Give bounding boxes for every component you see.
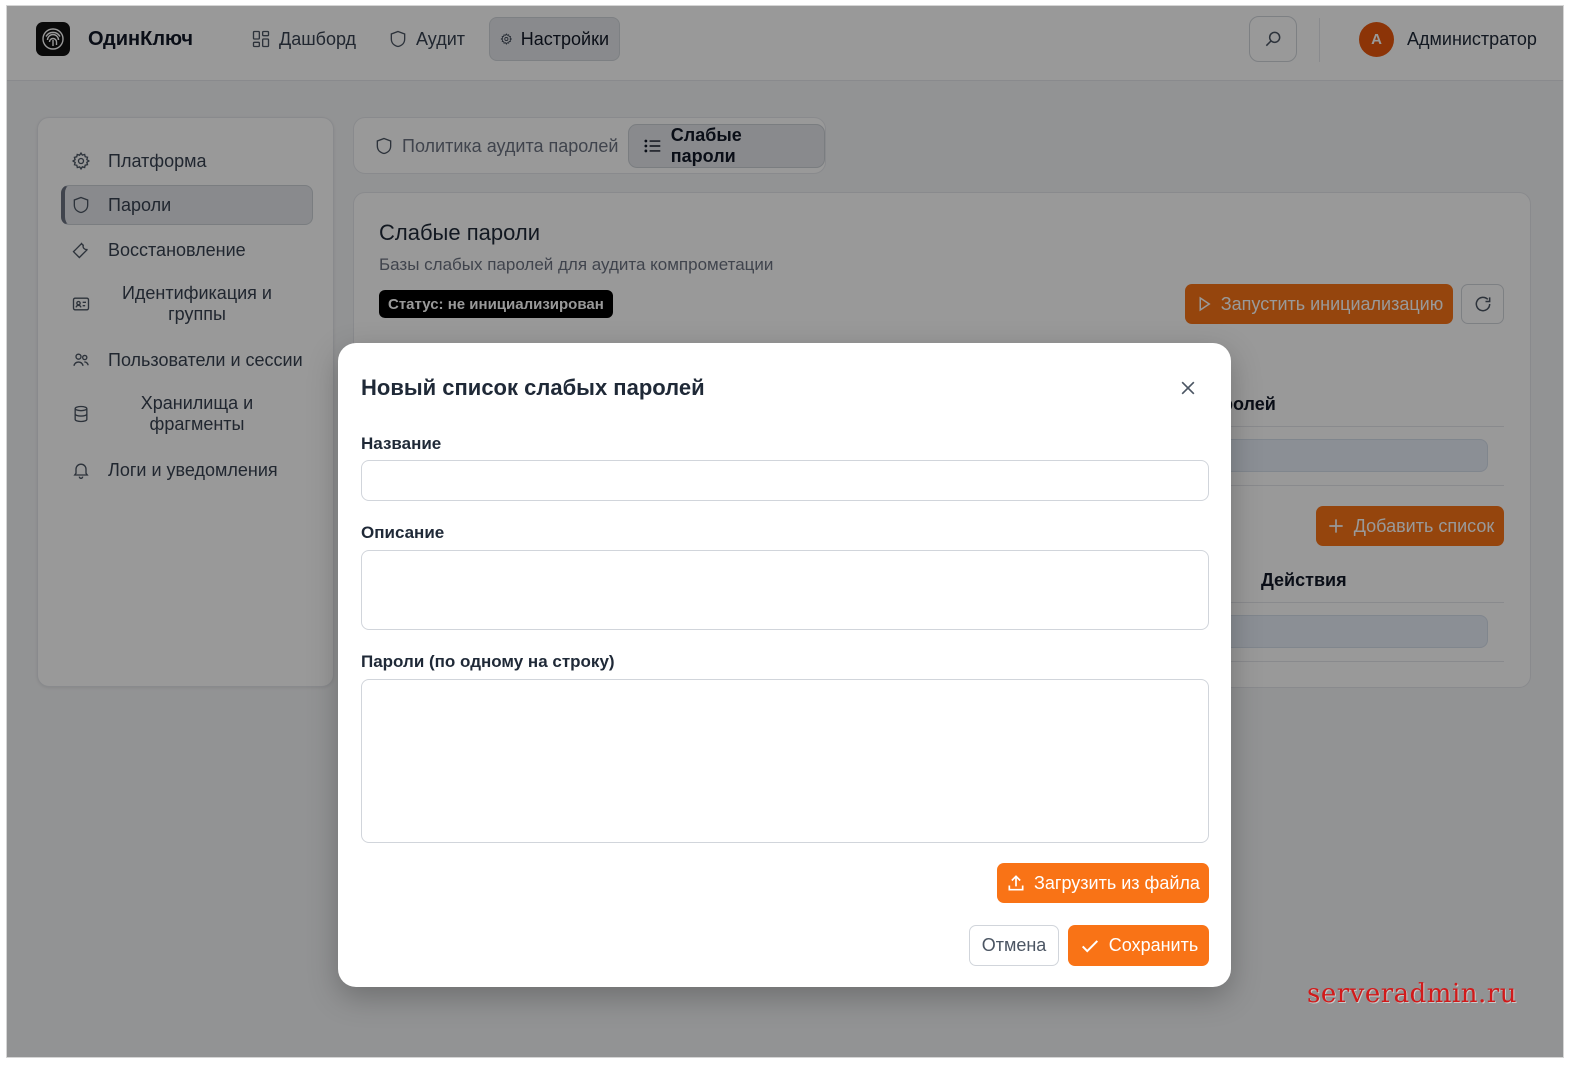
upload-icon	[1008, 875, 1024, 891]
name-input[interactable]	[361, 460, 1209, 501]
save-button[interactable]: Сохранить	[1068, 925, 1209, 966]
watermark: serveradmin.ru	[1307, 979, 1517, 1009]
name-label: Название	[361, 434, 442, 453]
cancel-button[interactable]: Отмена	[969, 925, 1059, 966]
app-window: ОдинКлюч Дашборд Аудит Настройки А Админ…	[6, 5, 1564, 1058]
save-label: Сохранить	[1108, 935, 1199, 955]
close-icon	[1181, 381, 1195, 395]
new-weak-list-dialog: Новый список слабых паролей Название Опи…	[338, 343, 1231, 987]
upload-file-label: Загрузить из файла	[1034, 872, 1200, 893]
passwords-textarea[interactable]	[361, 679, 1209, 843]
dialog-title: Новый список слабых паролей	[361, 375, 705, 400]
description-textarea[interactable]	[361, 550, 1209, 630]
description-label: Описание	[361, 523, 445, 542]
close-button[interactable]	[1175, 375, 1201, 401]
check-icon	[1081, 939, 1098, 952]
upload-file-button[interactable]: Загрузить из файла	[997, 863, 1209, 903]
passwords-label: Пароли (по одному на строку)	[361, 652, 615, 671]
